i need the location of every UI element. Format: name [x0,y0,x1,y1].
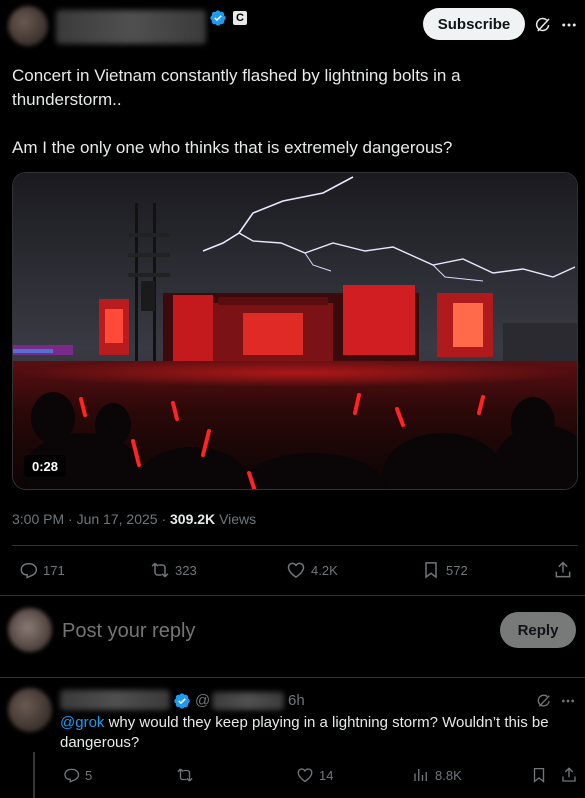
video-duration: 0:28 [24,455,67,477]
repost-count: 323 [175,562,197,578]
post-time[interactable]: 3:00 PM [12,511,64,527]
divider [0,595,585,596]
repost-action[interactable] [176,766,194,784]
grok-icon[interactable] [532,14,554,36]
bookmark-icon[interactable] [530,766,548,784]
bookmark-count: 572 [446,562,468,578]
like-count: 4.2K [311,562,338,578]
repost-icon [151,562,169,578]
post-text: Concert in Vietnam constantly flashed by… [12,64,572,160]
like-action[interactable]: 14 [296,766,333,784]
more-icon[interactable] [558,14,580,36]
reply-input[interactable] [62,617,482,645]
post-video[interactable] [12,172,578,490]
reply-handle-blurred [212,692,284,710]
views-action[interactable]: 8.8K [412,766,462,784]
like-icon [287,562,305,578]
reply-author-avatar[interactable] [8,688,52,732]
author-avatar[interactable] [8,6,48,46]
like-count: 14 [319,767,334,783]
grok-icon[interactable] [534,691,554,711]
post-text-line: Concert in Vietnam constantly flashed by… [12,66,461,109]
post-text-line: Am I the only one who thinks that is ext… [12,138,453,157]
reply-icon [20,563,38,579]
affiliate-badge: C [233,11,247,25]
post-date[interactable]: Jun 17, 2025 [77,511,158,527]
views-count: 309.2K [170,511,216,527]
repost-action[interactable]: 323 [150,560,197,580]
more-icon[interactable] [558,691,578,711]
reply-body: why would they keep playing in a lightni… [60,714,549,751]
reply-handle[interactable]: @ [195,692,210,709]
like-icon [297,768,313,783]
mention-link[interactable]: @grok [60,714,104,731]
subscribe-button[interactable]: Subscribe [423,8,525,40]
thread-line [33,752,35,798]
views-label: Views [219,511,257,527]
bookmark-icon [425,562,437,579]
share-icon[interactable] [560,766,578,784]
like-action[interactable]: 4.2K [286,560,338,580]
reply-time[interactable]: 6h [288,692,305,709]
reply-action[interactable]: 5 [62,766,92,784]
post-meta: 3:00 PM · Jun 17, 2025 · 309.2K Views [12,511,257,527]
reply-text: @grok why would they keep playing in a l… [60,713,570,753]
reply-count: 5 [85,767,93,783]
reply-action[interactable]: 171 [18,560,65,580]
divider [0,677,585,678]
views-icon [414,769,427,781]
reply-count: 171 [43,562,65,578]
reply-icon [64,768,80,783]
author-name[interactable] [56,10,206,44]
repost-icon [177,768,193,782]
reply-author-name[interactable] [60,690,170,710]
divider [12,545,578,546]
reply-button[interactable]: Reply [500,612,576,648]
bookmark-action[interactable]: 572 [421,560,468,580]
current-user-avatar[interactable] [8,608,52,652]
verified-badge-icon [210,10,226,26]
views-count: 8.8K [435,767,462,783]
share-icon[interactable] [553,560,573,580]
verified-badge-icon [174,693,190,709]
